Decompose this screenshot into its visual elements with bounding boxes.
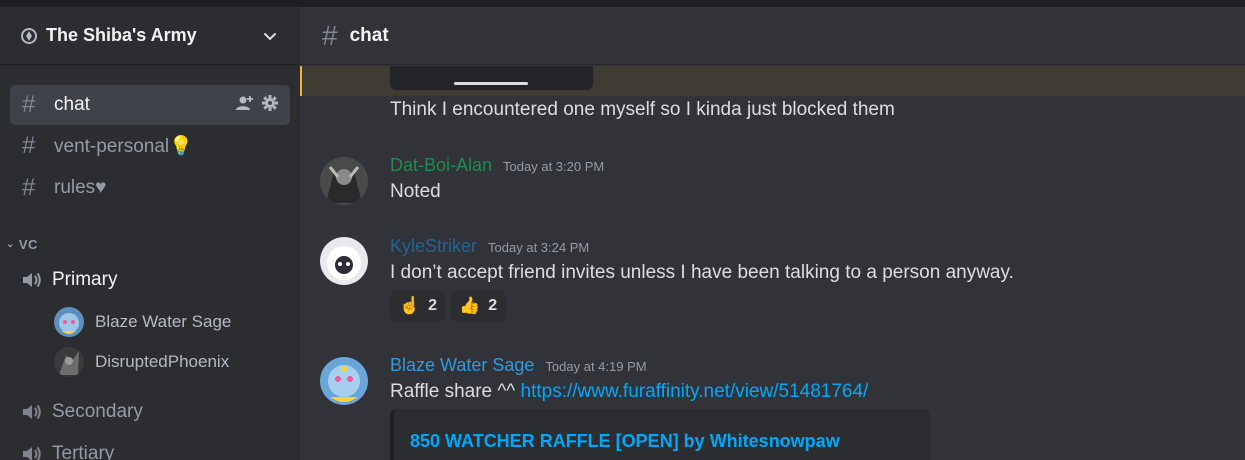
voice-user-name: DisruptedPhoenix (95, 352, 230, 371)
previous-embed[interactable] (390, 66, 593, 90)
voice-channel-primary[interactable]: Primary (10, 261, 290, 299)
avatar[interactable] (320, 237, 368, 285)
message-header: Dat-Boi-Alan Today at 3:20 PM (390, 155, 604, 176)
reaction-pointing-up[interactable]: ☝️ 2 (390, 290, 447, 322)
add-member-icon[interactable] (236, 95, 254, 116)
speaker-icon (20, 400, 44, 424)
voice-user-blaze-water-sage[interactable]: Blaze Water Sage (54, 304, 231, 340)
voice-user-name: Blaze Water Sage (95, 312, 232, 331)
server-icon (20, 27, 38, 45)
voice-channel-label: Tertiary (52, 443, 115, 460)
timestamp: Today at 3:24 PM (488, 240, 590, 255)
reaction-count: 2 (488, 297, 498, 314)
hash-icon: # (22, 132, 36, 159)
category-vc[interactable]: ⌄ VC (6, 237, 38, 252)
message-text-prefix: Raffle share ^^ (390, 381, 521, 402)
message-text: Noted (390, 181, 441, 202)
channel-label: vent-personal💡 (54, 136, 193, 157)
embed-pill (454, 82, 528, 85)
reaction-thumbs-up[interactable]: 👍 2 (450, 290, 507, 322)
chevron-down-icon[interactable] (260, 26, 280, 46)
message-text: I don’t accept friend invites unless I h… (390, 262, 1014, 283)
voice-channel-tertiary[interactable]: Tertiary (10, 435, 290, 460)
hash-icon: # (22, 91, 36, 118)
channel-label: chat (54, 94, 90, 115)
author-name[interactable]: Dat-Boi-Alan (390, 155, 492, 176)
message-header: KyleStriker Today at 3:24 PM (390, 236, 589, 257)
reaction-count: 2 (428, 297, 438, 314)
timestamp: Today at 4:19 PM (545, 359, 647, 374)
voice-channel-secondary[interactable]: Secondary (10, 393, 290, 431)
pointing-up-emoji: ☝️ (399, 296, 421, 315)
timestamp: Today at 3:20 PM (503, 159, 605, 174)
server-header[interactable]: The Shiba's Army (0, 7, 300, 65)
speaker-icon (20, 442, 44, 460)
message-link[interactable]: https://www.furaffinity.net/view/5148176… (521, 381, 869, 402)
channel-item-vent-personal[interactable]: # vent-personal💡 (10, 126, 290, 166)
author-name[interactable]: Blaze Water Sage (390, 355, 534, 376)
server-name: The Shiba's Army (46, 25, 197, 45)
message-header: Blaze Water Sage Today at 4:19 PM (390, 355, 647, 376)
voice-user-disruptedphoenix[interactable]: DisruptedPhoenix (54, 344, 229, 380)
channel-label: rules♥ (54, 177, 107, 198)
embed-title[interactable]: 850 WATCHER RAFFLE [OPEN] by Whitesnowpa… (410, 431, 914, 452)
hash-icon: # (22, 174, 36, 201)
avatar (54, 307, 84, 337)
channel-sidebar: The Shiba's Army # chat # vent-personal💡 (0, 7, 300, 460)
thumbs-up-emoji: 👍 (459, 296, 481, 315)
voice-channel-label: Primary (52, 269, 118, 290)
author-name[interactable]: KyleStriker (390, 236, 477, 257)
gear-icon[interactable] (262, 94, 278, 116)
avatar[interactable] (320, 157, 368, 205)
channel-item-chat[interactable]: # chat (10, 85, 290, 125)
message-text: Raffle share ^^ https://www.furaffinity.… (390, 381, 868, 403)
chevron-down-icon: ⌄ (6, 239, 15, 250)
channel-item-rules[interactable]: # rules♥ (10, 168, 290, 208)
link-embed: 850 WATCHER RAFFLE [OPEN] by Whitesnowpa… (390, 409, 930, 460)
avatar (54, 347, 84, 377)
channel-header: # chat (300, 7, 1245, 65)
voice-channel-label: Secondary (52, 401, 143, 422)
title-bar (0, 0, 1245, 7)
hash-icon: # (322, 19, 338, 51)
speaker-icon (20, 268, 44, 292)
chat-area: # chat Think I encountered one myself so… (300, 7, 1245, 460)
category-label: VC (18, 237, 38, 252)
reactions: ☝️ 2 👍 2 (390, 290, 507, 322)
message-text: Think I encountered one myself so I kind… (390, 99, 895, 120)
avatar[interactable] (320, 357, 368, 405)
discord-window: The Shiba's Army # chat # vent-personal💡 (0, 0, 1245, 460)
channel-title: chat (349, 24, 389, 46)
